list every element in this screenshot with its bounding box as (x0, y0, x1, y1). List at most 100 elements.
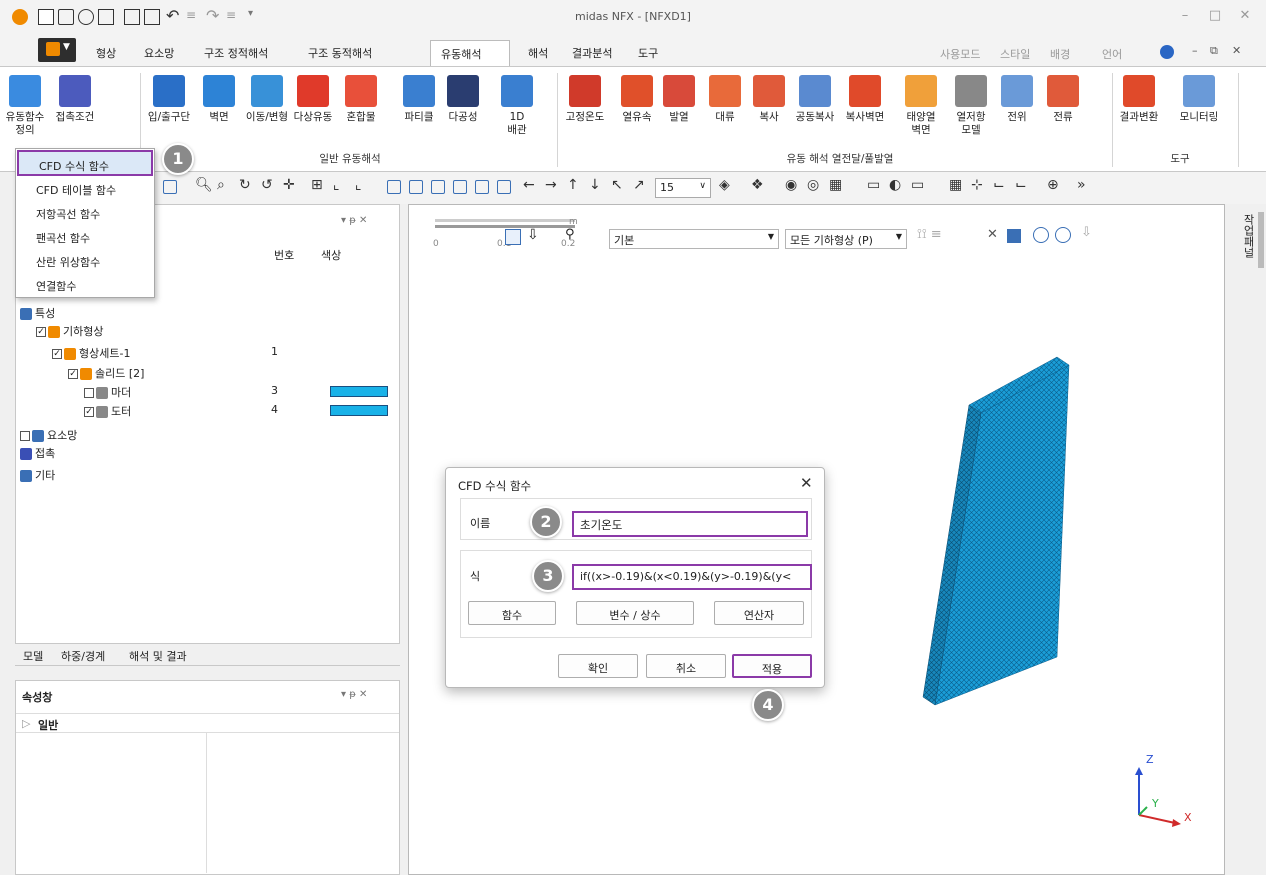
select-icon[interactable] (163, 180, 177, 194)
ribbon-minimize-icon[interactable]: – (1192, 44, 1198, 57)
ok-button[interactable]: 확인 (558, 654, 638, 678)
menu-language[interactable]: 언어 (1102, 46, 1122, 62)
ribbon-button-6[interactable]: 혼합물 (338, 75, 384, 145)
snap-icon[interactable]: ⊕ (1047, 177, 1059, 193)
axis-icon[interactable]: ⌞ (333, 177, 340, 193)
clear-pick-icon[interactable]: ⇩ (1081, 225, 1092, 240)
tree-item[interactable]: ✓ 기하형상 (36, 323, 103, 339)
deselect-icon[interactable]: ✕ (987, 227, 998, 242)
pick-point-icon[interactable] (1033, 227, 1049, 243)
ribbon-button-1[interactable]: 접촉조건 (52, 75, 98, 145)
help-icon[interactable] (1160, 45, 1174, 59)
name-input[interactable]: 초기온도 (572, 511, 808, 537)
dropdown-item-1[interactable]: CFD 테이블 함수 (16, 177, 154, 199)
ribbon-button-11[interactable]: 열유속 (614, 75, 660, 145)
tree-checkbox[interactable]: ✓ (68, 369, 78, 379)
maximize-button[interactable]: □ (1200, 8, 1230, 28)
ribbon-button-12[interactable]: 발열 (656, 75, 702, 145)
view-style-select[interactable]: 기본 ▼ (609, 229, 779, 249)
tab-model[interactable]: 모델 (23, 648, 43, 664)
fit-icon[interactable]: ⊞ (311, 177, 323, 193)
selection-mode-icon[interactable]: ⟟⟟ ≡ (917, 227, 942, 242)
mesh-display-icon[interactable]: ▦ (829, 177, 842, 193)
more-icon[interactable]: » (1077, 177, 1086, 193)
axis2-icon[interactable]: ⌞ (355, 177, 362, 193)
camera-icon[interactable]: ▭ (867, 177, 880, 193)
tab-mesh[interactable]: 요소망 (134, 40, 184, 64)
pan-icon[interactable]: ✛ (283, 177, 295, 193)
filter-icon[interactable]: ⚲ (565, 227, 575, 242)
tree-checkbox[interactable] (20, 431, 30, 441)
tree-item[interactable]: 특성 (20, 305, 55, 321)
dropdown-item-2[interactable]: 저항곡선 함수 (16, 201, 154, 223)
cancel-button[interactable]: 취소 (646, 654, 726, 678)
tree-checkbox[interactable] (84, 388, 94, 398)
tree-checkbox[interactable]: ✓ (52, 349, 62, 359)
dialog-close-button[interactable]: ✕ (800, 474, 813, 492)
arrow-ur-icon[interactable]: ↗ (633, 177, 645, 193)
menu-user-mode[interactable]: 사용모드 (940, 46, 980, 62)
rotate-icon[interactable]: ↻ (239, 177, 251, 193)
close-doc-icon[interactable]: ✕ (1232, 44, 1241, 57)
ribbon-button-0[interactable]: 유동함수 정의 (2, 75, 48, 145)
arrow-down-icon[interactable]: ↓ (589, 177, 601, 193)
clip-icon[interactable]: ▭ (911, 177, 924, 193)
workplane3-icon[interactable]: ⌙ (1015, 177, 1027, 193)
select-all-icon[interactable] (1007, 229, 1021, 243)
tree-item[interactable]: ✓ 도터 (84, 403, 131, 419)
rotation-angle-select[interactable]: 15 ∨ (655, 178, 711, 198)
zoom-window-icon[interactable]: ⌕ (217, 177, 225, 193)
shade-icon[interactable]: ◉ (785, 177, 797, 193)
grid-icon[interactable]: ▦ (949, 177, 962, 193)
rotate-free-icon[interactable]: ↺ (261, 177, 273, 193)
arrow-right-icon[interactable]: → (545, 177, 557, 193)
tab-tools[interactable]: 도구 (628, 40, 668, 64)
display-mode-icon[interactable]: ◈ (719, 177, 730, 193)
tab-analysis-results[interactable]: 해석 및 결과 (129, 648, 187, 664)
sidebar-scrollbar[interactable] (1258, 212, 1264, 268)
panel-options-icon[interactable]: ▾ ᵽ ✕ (341, 215, 367, 226)
ribbon-button-7[interactable]: 파티클 (396, 75, 442, 145)
workplane-icon[interactable]: ⊹ (971, 177, 983, 193)
close-window-button[interactable]: ✕ (1230, 8, 1260, 28)
menu-style[interactable]: 스타일 (1000, 46, 1030, 62)
tree-item[interactable]: 마더 (84, 384, 131, 400)
ribbon-button-3[interactable]: 벽면 (196, 75, 242, 145)
tab-results[interactable]: 결과분석 (562, 40, 622, 64)
dropdown-item-3[interactable]: 팬곡선 함수 (16, 225, 154, 247)
ribbon-button-20[interactable]: 전류 (1040, 75, 1086, 145)
variable-constant-button[interactable]: 변수 / 상수 (576, 601, 694, 625)
tree-item[interactable]: 요소망 (20, 427, 77, 443)
tab-analysis[interactable]: 해석 (518, 40, 558, 64)
ribbon-button-9[interactable]: 1D 배관 (494, 75, 540, 145)
ribbon-button-4[interactable]: 이동/변형 (244, 75, 290, 145)
arrow-ul-icon[interactable]: ↖ (611, 177, 623, 193)
ribbon-button-17[interactable]: 태양열 벽면 (898, 75, 944, 145)
ribbon-button-2[interactable]: 입/출구단 (146, 75, 192, 145)
light-icon[interactable]: ◐ (889, 177, 901, 193)
zoom-icon[interactable]: 🔍︎ (195, 177, 213, 193)
select-filter-icon[interactable] (505, 229, 521, 245)
geometry-filter-select[interactable]: 모든 기하형상 (P) ▼ (785, 229, 907, 249)
tab-static[interactable]: 구조 정적해석 (194, 40, 278, 64)
workplane2-icon[interactable]: ⌙ (993, 177, 1005, 193)
ribbon-button-22[interactable]: 모니터링 (1176, 75, 1222, 145)
work-panel-tab[interactable]: 작업패널 (1240, 214, 1256, 258)
arrow-left-icon[interactable]: ← (523, 177, 535, 193)
dropdown-item-4[interactable]: 산란 위상함수 (16, 249, 154, 271)
tab-geometry[interactable]: 형상 (86, 40, 126, 64)
ribbon-button-18[interactable]: 열저항 모델 (948, 75, 994, 145)
apply-button[interactable]: 적용 (732, 654, 812, 678)
section-general[interactable]: ▷ 일반 (16, 713, 399, 733)
function-button[interactable]: 함수 (468, 601, 556, 625)
tree-item[interactable]: ✓ 형상세트-1 (52, 345, 130, 361)
view-top-icon[interactable] (453, 180, 467, 194)
pick-area-icon[interactable] (1055, 227, 1071, 243)
tree-checkbox[interactable]: ✓ (84, 407, 94, 417)
ribbon-button-5[interactable]: 다상유동 (290, 75, 336, 145)
operator-button[interactable]: 연산자 (714, 601, 804, 625)
tab-dynamic[interactable]: 구조 동적해석 (298, 40, 382, 64)
dropdown-item-0[interactable]: CFD 수식 함수 (17, 150, 153, 176)
ribbon-button-10[interactable]: 고정온도 (562, 75, 608, 145)
pick-icon[interactable]: ⇩ (527, 227, 539, 243)
